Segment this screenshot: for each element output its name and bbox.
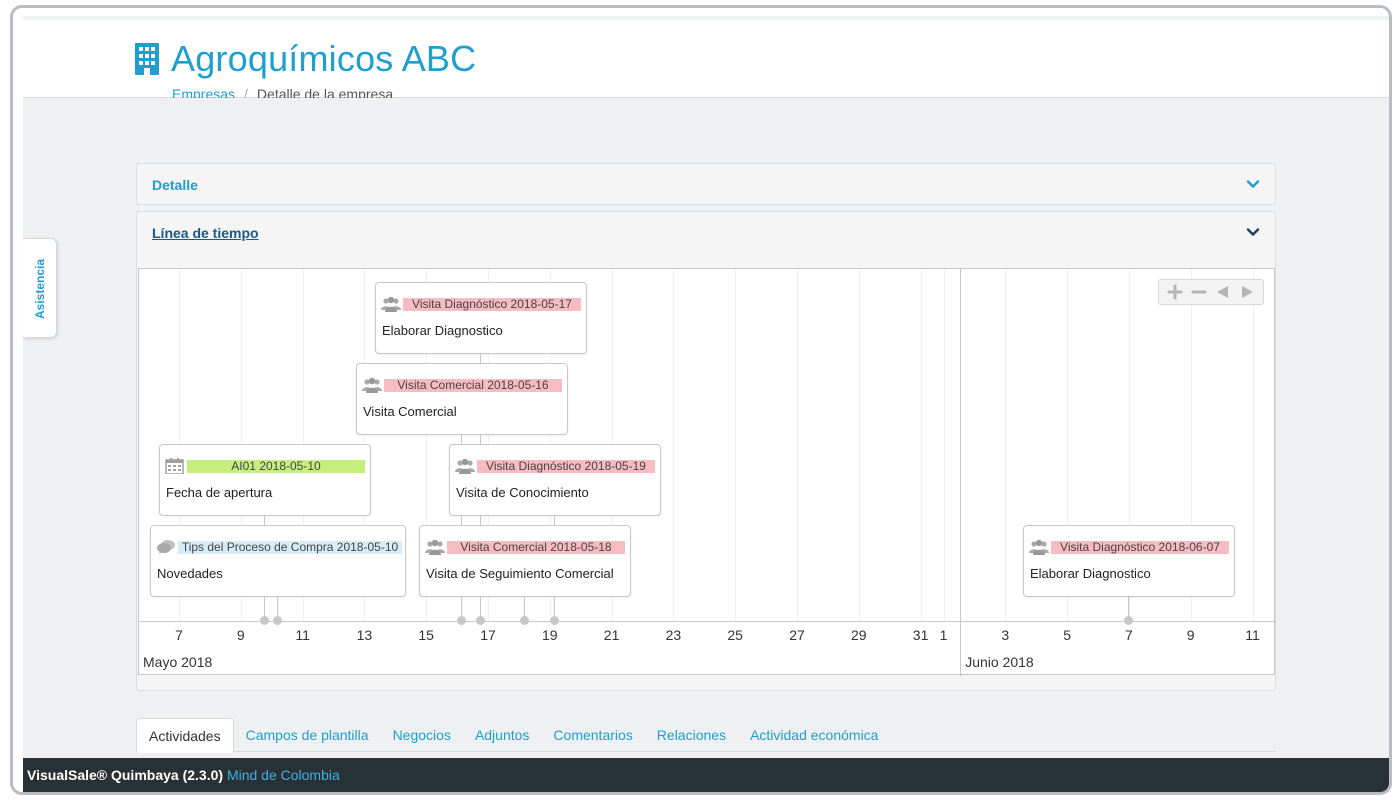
timeline-gridline bbox=[797, 269, 798, 621]
tab-actividad-economica[interactable]: Actividad económica bbox=[738, 718, 890, 752]
panel-detalle[interactable]: Detalle bbox=[136, 163, 1276, 205]
timeline-tick-label: 15 bbox=[418, 627, 434, 643]
month-divider bbox=[960, 269, 962, 676]
timeline-month-label: Junio 2018 bbox=[965, 654, 1034, 670]
timeline-event-header: Visita Comercial 2018-05-16 bbox=[362, 376, 562, 394]
zoom-in-icon[interactable] bbox=[1166, 283, 1184, 301]
timeline-gridline bbox=[943, 269, 945, 621]
timeline-event-title: Visita de Conocimiento bbox=[456, 485, 589, 500]
timeline-event[interactable]: Visita Comercial 2018-05-18 Visita de Seg… bbox=[419, 525, 631, 597]
building-icon bbox=[135, 43, 159, 75]
users-icon bbox=[455, 458, 475, 474]
timeline-event-title: Fecha de apertura bbox=[166, 485, 273, 500]
timeline-event-title: Visita de Seguimiento Comercial bbox=[426, 566, 614, 581]
footer-brand: VisualSale® Quimbaya (2.3.0) bbox=[27, 767, 224, 783]
chevron-down-icon[interactable] bbox=[1245, 224, 1261, 240]
timeline-axis bbox=[139, 621, 1276, 622]
timeline-tick-label: 7 bbox=[175, 627, 183, 643]
tab-comentarios[interactable]: Comentarios bbox=[541, 718, 644, 752]
timeline-event-tag: Visita Diagnóstico 2018-05-17 bbox=[403, 297, 581, 311]
timeline-tick-label: 29 bbox=[851, 627, 867, 643]
page-content: Agroquímicos ABC Empresas / Detalle de la … bbox=[23, 16, 1389, 792]
side-tab-label: Asistencia bbox=[33, 258, 47, 320]
timeline-event-tag: Tips del Proceso de Compra 2018-05-10 bbox=[178, 540, 402, 554]
calendar-icon bbox=[165, 458, 185, 475]
timeline-event-tag: Visita Diagnóstico 2018-06-07 bbox=[1051, 540, 1229, 554]
timeline-tick-label: 27 bbox=[789, 627, 805, 643]
timeline-event[interactable]: AI01 2018-05-10 Fecha de apertura bbox=[159, 444, 371, 516]
title-wrap: Agroquímicos ABC bbox=[135, 38, 476, 80]
tab-actividades[interactable]: Actividades bbox=[136, 718, 234, 753]
panel-linea-de-tiempo: Línea de tiempo 7 9 11 13 15 17 19 21 23 25 27 29 31… bbox=[136, 211, 1276, 691]
detail-tabs: Actividades Campos de plantilla Negocios Ad… bbox=[136, 718, 1276, 753]
users-icon bbox=[362, 377, 382, 393]
comment-icon bbox=[156, 539, 176, 555]
zoom-out-icon[interactable] bbox=[1190, 283, 1208, 301]
timeline-event-header: Visita Diagnóstico 2018-05-19 bbox=[455, 457, 655, 475]
timeline-event-tag: Visita Comercial 2018-05-18 bbox=[447, 540, 625, 554]
tab-campos-de-plantilla[interactable]: Campos de plantilla bbox=[234, 718, 381, 752]
timeline-tick-label: 23 bbox=[665, 627, 682, 643]
timeline-tick-label: 21 bbox=[603, 627, 620, 643]
side-tab-asistencia[interactable]: Asistencia bbox=[23, 238, 57, 338]
timeline-tick-label: 19 bbox=[542, 627, 558, 643]
timeline-gridline bbox=[673, 269, 675, 621]
timeline-tick-label: 9 bbox=[1186, 627, 1195, 643]
timeline-gridline bbox=[920, 269, 922, 621]
timeline-tick-label: 17 bbox=[480, 627, 496, 643]
users-icon bbox=[425, 539, 445, 555]
timeline-canvas[interactable]: 7 9 11 13 15 17 19 21 23 25 27 29 31 1 3 5 7 9 11 Mayo 2018… bbox=[138, 268, 1276, 676]
timeline-event-tag: AI01 2018-05-10 bbox=[187, 459, 365, 473]
timeline-tick-label: 31 bbox=[912, 627, 929, 643]
timeline-month-label: Mayo 2018 bbox=[143, 654, 213, 670]
timeline-event[interactable]: Visita Comercial 2018-05-16 Visita Comerc… bbox=[356, 363, 568, 435]
footer-company-link[interactable]: Mind de Colombia bbox=[227, 767, 340, 783]
timeline-event-tag: Visita Comercial 2018-05-16 bbox=[384, 378, 562, 392]
panel-timeline-title[interactable]: Línea de tiempo bbox=[152, 225, 259, 241]
page-header: Agroquímicos ABC Empresas / Detalle de la … bbox=[23, 20, 1389, 102]
timeline-event-header: Visita Diagnóstico 2018-06-07 bbox=[1029, 538, 1229, 556]
timeline-event-title: Elaborar Diagnostico bbox=[382, 323, 503, 338]
timeline-gridline bbox=[735, 269, 737, 621]
main-area: Asistencia Detalle Línea de tiempo 7 9 11 1… bbox=[23, 98, 1389, 758]
timeline-event-header: Visita Comercial 2018-05-18 bbox=[425, 538, 625, 556]
timeline-controls bbox=[1158, 279, 1264, 305]
tab-negocios[interactable]: Negocios bbox=[381, 718, 463, 752]
timeline-tick-label: 9 bbox=[236, 627, 245, 643]
users-icon bbox=[1029, 539, 1049, 555]
timeline-event-title: Novedades bbox=[157, 566, 223, 581]
timeline-gridline bbox=[1252, 269, 1254, 621]
timeline-event-header: Visita Diagnóstico 2018-05-17 bbox=[381, 295, 581, 313]
timeline-event[interactable]: Visita Diagnóstico 2018-05-19 Visita de C… bbox=[449, 444, 661, 516]
tab-relaciones[interactable]: Relaciones bbox=[645, 718, 738, 752]
timeline-event-header: Tips del Proceso de Compra 2018-05-10 bbox=[156, 538, 402, 556]
page-title: Agroquímicos ABC bbox=[171, 38, 477, 79]
timeline-tick-label: 5 bbox=[1063, 627, 1071, 643]
timeline-tick-label: 3 bbox=[1001, 627, 1010, 643]
move-left-icon[interactable] bbox=[1214, 283, 1232, 301]
timeline-event-header: AI01 2018-05-10 bbox=[165, 457, 365, 475]
timeline-gridline bbox=[858, 269, 860, 621]
timeline-tick-label: 1 bbox=[939, 627, 948, 643]
timeline-event[interactable]: Tips del Proceso de Compra 2018-05-10 Nov… bbox=[150, 525, 406, 597]
timeline-tick-label: 7 bbox=[1124, 627, 1133, 643]
timeline-tick-label: 13 bbox=[356, 627, 373, 643]
timeline-event-tag: Visita Diagnóstico 2018-05-19 bbox=[477, 459, 655, 473]
timeline-tick-label: 11 bbox=[295, 627, 310, 643]
timeline-event[interactable]: Visita Diagnóstico 2018-05-17 Elaborar Di… bbox=[375, 282, 587, 354]
timeline-tick-label: 11 bbox=[1245, 627, 1260, 643]
footer: VisualSale® Quimbaya (2.3.0) Mind de Col… bbox=[23, 758, 1389, 792]
timeline-gridline bbox=[1005, 269, 1007, 621]
timeline-tick-label: 25 bbox=[727, 627, 743, 643]
tab-adjuntos[interactable]: Adjuntos bbox=[463, 718, 541, 752]
panel-detalle-title[interactable]: Detalle bbox=[152, 177, 198, 193]
timeline-event-title: Elaborar Diagnostico bbox=[1030, 566, 1151, 581]
chevron-down-icon[interactable] bbox=[1245, 176, 1261, 192]
timeline-event-title: Visita Comercial bbox=[363, 404, 457, 419]
footer-text: VisualSale® Quimbaya (2.3.0) Mind de Col… bbox=[27, 767, 340, 783]
timeline-event[interactable]: Visita Diagnóstico 2018-06-07 Elaborar Di… bbox=[1023, 525, 1235, 597]
app-window: Agroquímicos ABC Empresas / Detalle de la … bbox=[10, 5, 1392, 795]
users-icon bbox=[381, 296, 401, 312]
move-right-icon[interactable] bbox=[1238, 283, 1256, 301]
